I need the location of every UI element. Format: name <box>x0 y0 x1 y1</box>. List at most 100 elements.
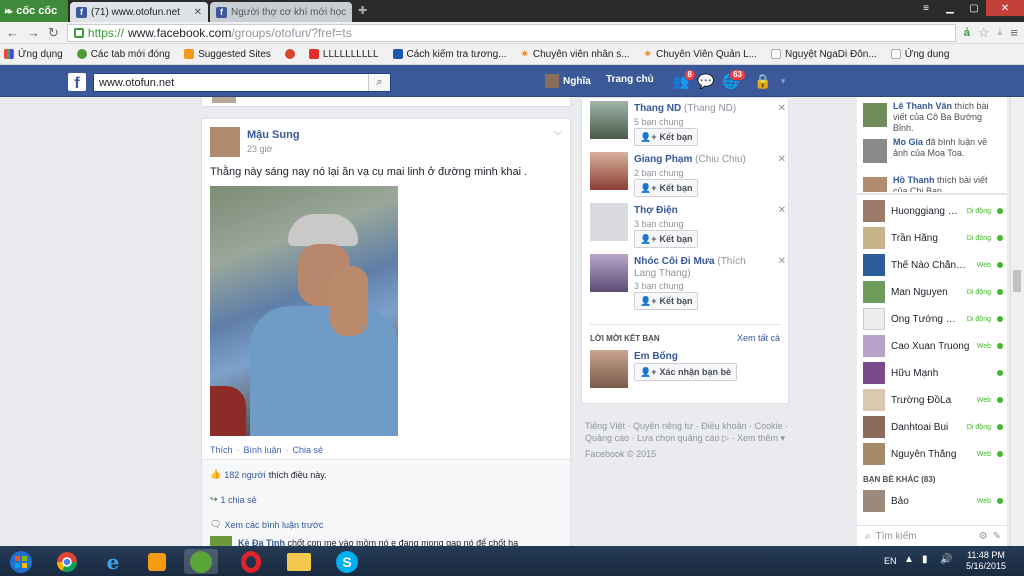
minimize-icon[interactable]: ▁ <box>938 0 962 16</box>
suggestion-avatar[interactable] <box>590 254 628 292</box>
home-link[interactable]: Trang chủ <box>606 74 654 85</box>
reload-icon[interactable]: ↻ <box>48 25 59 41</box>
post-options-chevron-icon[interactable]: ⌵ <box>554 127 562 138</box>
taskbar-chrome[interactable] <box>50 549 84 574</box>
profile-link[interactable]: Nghĩa <box>545 74 591 88</box>
network-icon[interactable]: ▮ <box>922 554 928 565</box>
chat-contact[interactable]: Man Nguyen Di động <box>863 280 1003 304</box>
chat-contact[interactable]: Danhtoai Bui Di động <box>863 415 1003 439</box>
author-avatar[interactable] <box>210 127 240 157</box>
facebook-search-input[interactable]: www.otofun.net ⌕ <box>93 73 391 92</box>
language-indicator[interactable]: EN <box>884 556 897 566</box>
forward-icon[interactable]: → <box>27 25 40 40</box>
account-menu-chevron-icon[interactable]: ▾ <box>772 72 794 90</box>
bookmark-youtube[interactable]: LLLLLLLLLL <box>308 49 379 60</box>
settings-menu-icon[interactable]: ≡ <box>1010 25 1018 40</box>
search-icon[interactable]: ⌕ <box>368 74 390 91</box>
privacy-shortcuts-icon[interactable]: 🔒 <box>752 72 774 90</box>
share-action[interactable]: Chia sẻ <box>293 445 324 455</box>
bookmark-closed-tabs[interactable]: Các tab mới đóng <box>76 49 170 60</box>
friend-requests-jewel[interactable]: 👥 8 <box>670 69 696 90</box>
bookmark-item[interactable] <box>284 49 295 59</box>
chat-contact[interactable]: Nguyễn Thắng Web <box>863 442 1003 466</box>
add-friend-button[interactable]: 👤+ Kết bạn <box>634 128 699 146</box>
url-field[interactable]: https://www.facebook.com/groups/otofun/?… <box>66 23 956 42</box>
menu-icon[interactable]: ≡ <box>914 0 938 16</box>
mutual-friends[interactable]: 3 bạn chung <box>634 281 684 291</box>
back-icon[interactable]: ← <box>6 25 19 40</box>
chat-contact[interactable]: Trần Hằng Di động <box>863 226 1003 250</box>
chat-contact[interactable]: Trường ĐồLa Web <box>863 388 1003 412</box>
bookmark-cach-kiem-tra[interactable]: Cách kiếm tra tương... <box>392 49 506 60</box>
taskbar-media-player[interactable] <box>140 549 174 574</box>
taskbar-skype[interactable]: S <box>330 549 364 574</box>
tray-arrow-icon[interactable]: ▲ <box>904 554 914 565</box>
chat-contact[interactable]: Huonggiang N... Di động <box>863 199 1003 223</box>
taskbar-file-explorer[interactable] <box>282 549 316 574</box>
bookmark-chuyen-vien-nhan-su[interactable]: ✷ Chuyên viên nhân s... <box>520 49 629 60</box>
request-name[interactable]: Em Bống <box>634 351 678 362</box>
chat-contact[interactable]: Hữu Mạnh <box>863 361 1003 385</box>
add-friend-button[interactable]: 👤+ Kết bạn <box>634 179 699 197</box>
extension-icon[interactable]: ả <box>964 27 970 39</box>
ticker-item[interactable]: Hồ Thanh thích bài viết của Chị Ban. <box>863 175 1003 192</box>
bookmark-suggested-sites[interactable]: Suggested Sites <box>184 49 271 60</box>
chat-contact[interactable]: Thế Nào Chẳng Đ...Web <box>863 253 1003 277</box>
volume-icon[interactable]: 🔊 <box>940 554 952 565</box>
chat-search-input[interactable]: ⌕ Tìm kiếm ⚙ ✎ <box>857 525 1007 546</box>
suggestion-avatar[interactable] <box>590 152 628 190</box>
tab-otofun[interactable]: f (71) www.otofun.net ✕ <box>70 2 208 22</box>
facebook-logo-icon[interactable]: f <box>68 73 86 92</box>
taskbar-internet-explorer[interactable]: e <box>96 549 130 574</box>
dismiss-icon[interactable]: ✕ <box>778 205 786 216</box>
likes-count[interactable]: 182 người <box>224 470 265 480</box>
tab-close-icon[interactable]: ✕ <box>194 7 202 18</box>
page-scrollbar[interactable] <box>1010 97 1024 546</box>
scrollbar-thumb[interactable] <box>1013 270 1021 292</box>
add-friend-button[interactable]: 👤+ Kết bạn <box>634 230 699 248</box>
bookmark-nguyet-nga[interactable]: Nguyệt NgaDi Đôn... <box>770 49 877 60</box>
like-action[interactable]: Thích <box>210 445 233 455</box>
notifications-jewel[interactable]: 🌐 63 <box>720 69 746 90</box>
bookmark-chuyen-vien-quan-ly[interactable]: ✷ Chuyên Viên Quản L... <box>644 49 757 60</box>
see-all-link[interactable]: Xem tất cả <box>737 333 780 343</box>
default-avatar-icon[interactable] <box>590 203 628 241</box>
gear-icon[interactable]: ⚙ <box>979 531 988 542</box>
add-friend-button[interactable]: 👤+ Kết bạn <box>634 292 699 310</box>
request-avatar[interactable] <box>590 350 628 388</box>
download-icon[interactable]: ⤓ <box>998 26 1003 39</box>
dismiss-icon[interactable]: ✕ <box>778 256 786 267</box>
new-tab-icon[interactable]: ✚ <box>358 4 367 17</box>
new-message-icon[interactable]: ✎ <box>993 531 1001 542</box>
view-comments-row[interactable]: 🗨 Xem các bình luận trước <box>210 519 323 530</box>
chat-contact[interactable]: Cao Xuan Truong Web <box>863 334 1003 358</box>
browser-logo[interactable]: ❧ cốc cốc <box>0 0 68 22</box>
dismiss-icon[interactable]: ✕ <box>778 154 786 165</box>
mutual-friends[interactable]: 2 bạn chung <box>634 168 684 178</box>
tab-second[interactable]: f Người thợ cơ khí mới học ✕ <box>210 2 352 22</box>
chat-contact[interactable]: Bảo Web <box>863 489 1003 513</box>
messages-jewel[interactable]: 💬 <box>695 72 717 90</box>
comment-action[interactable]: Bình luận <box>244 445 282 455</box>
chat-contact[interactable]: Ông Tướng Họ ...Di động <box>863 307 1003 331</box>
suggestion-avatar[interactable] <box>590 101 628 139</box>
shares-row[interactable]: ↪ 1 chia sẻ <box>210 494 257 505</box>
taskbar-coccoc[interactable] <box>184 549 218 574</box>
taskbar-opera[interactable] <box>234 549 268 574</box>
start-button[interactable] <box>4 549 38 574</box>
post-photo[interactable] <box>210 186 398 436</box>
post-author[interactable]: Mậu Sung <box>247 129 300 141</box>
system-clock[interactable]: 11:48 PM 5/16/2015 <box>962 550 1010 572</box>
tab-close-icon[interactable]: ✕ <box>350 7 352 18</box>
footer-nav[interactable]: Tiếng Việt · Quyền riêng tư · Điều khoản… <box>585 420 795 444</box>
mutual-friends[interactable]: 3 bạn chung <box>634 219 684 229</box>
close-window-icon[interactable]: ✕ <box>986 0 1024 16</box>
star-icon[interactable]: ☆ <box>978 25 990 41</box>
confirm-friend-button[interactable]: 👤+ Xác nhận bạn bè <box>634 363 737 381</box>
bookmark-apps[interactable]: Ứng dụng <box>4 49 63 60</box>
dismiss-icon[interactable]: ✕ <box>778 103 786 114</box>
bookmark-ung-dung[interactable]: Ứng dung <box>890 49 949 60</box>
post-time[interactable]: 23 giờ <box>247 144 272 154</box>
mutual-friends[interactable]: 5 bạn chung <box>634 117 684 127</box>
maximize-icon[interactable]: ▢ <box>962 0 986 16</box>
